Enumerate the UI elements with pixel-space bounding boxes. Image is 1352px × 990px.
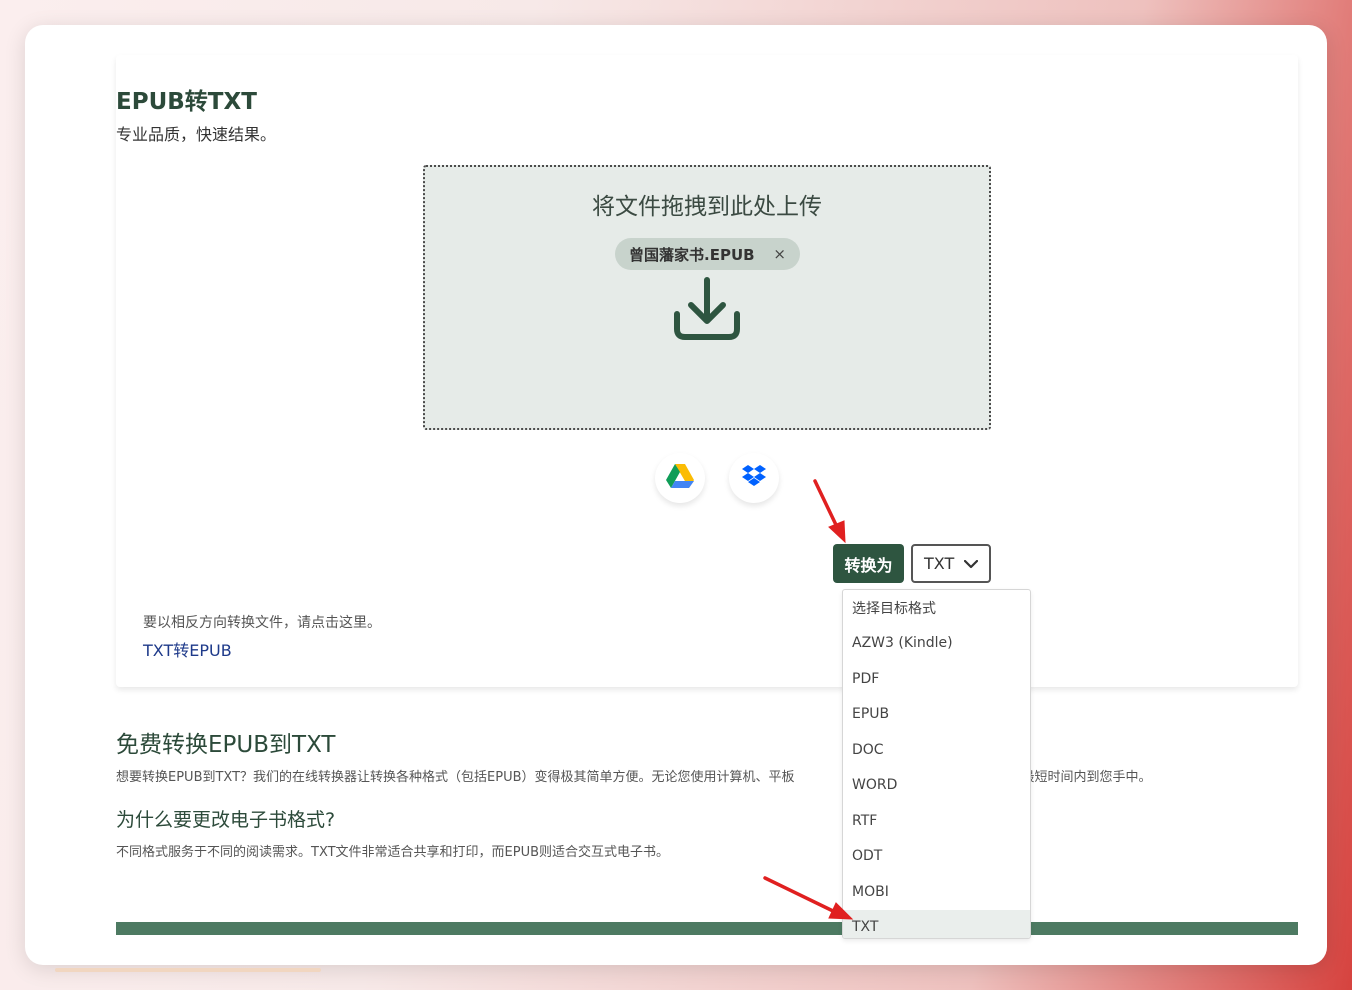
convert-button[interactable]: 转换为 <box>833 544 904 583</box>
section-text-left: 想要转换EPUB到TXT？我们的在线转换器让转换各种格式（包括EPUB）变得极其… <box>116 770 795 785</box>
upload-download-icon <box>671 274 743 350</box>
google-drive-icon <box>666 463 694 493</box>
format-option-selected[interactable]: TXT <box>843 909 1030 938</box>
format-select-value: TXT <box>924 554 955 573</box>
format-dropdown-list: 选择目标格式 AZW3 (Kindle) PDF EPUB DOC WORD R… <box>842 589 1031 939</box>
file-dropzone[interactable]: 将文件拖拽到此处上传 曾国藩家书.EPUB × <box>423 165 991 430</box>
reverse-direction-note: 要以相反方向转换文件，请点击这里。 <box>143 615 381 631</box>
selected-file-chip: 曾国藩家书.EPUB × <box>615 238 800 270</box>
format-select[interactable]: TXT <box>911 544 991 583</box>
chevron-down-icon <box>964 554 979 573</box>
reverse-conversion-link[interactable]: TXT转EPUB <box>143 637 232 661</box>
format-option[interactable]: PDF <box>843 661 1030 697</box>
footer-green-bar <box>116 922 1298 935</box>
dropzone-prompt: 将文件拖拽到此处上传 <box>592 194 822 220</box>
format-option[interactable]: DOC <box>843 732 1030 768</box>
format-option[interactable]: AZW3 (Kindle) <box>843 626 1030 662</box>
file-name: 曾国藩家书.EPUB <box>629 245 755 264</box>
page-title: EPUB转TXT <box>116 89 257 115</box>
format-option[interactable]: ODT <box>843 839 1030 875</box>
app-window: EPUB转TXT 专业品质，快速结果。 将文件拖拽到此处上传 曾国藩家书.EPU… <box>25 25 1327 965</box>
dropbox-icon <box>741 464 767 492</box>
section-title-why-change: 为什么要更改电子书格式? <box>116 809 336 831</box>
format-option[interactable]: RTF <box>843 803 1030 839</box>
section-title-free-convert: 免费转换EPUB到TXT <box>116 732 336 758</box>
section-text-why-change: 不同格式服务于不同的阅读需求。TXT文件非常适合共享和打印，而EPUB则适合交互… <box>116 845 670 860</box>
format-option[interactable]: WORD <box>843 768 1030 804</box>
google-drive-button[interactable] <box>655 453 705 503</box>
format-option[interactable]: EPUB <box>843 697 1030 733</box>
dropbox-button[interactable] <box>729 453 779 503</box>
page-subtitle: 专业品质，快速结果。 <box>116 125 277 144</box>
format-option[interactable]: 选择目标格式 <box>843 590 1030 626</box>
remove-file-icon[interactable]: × <box>773 245 786 263</box>
bottom-accent-line <box>55 968 321 972</box>
format-option[interactable]: MOBI <box>843 874 1030 910</box>
